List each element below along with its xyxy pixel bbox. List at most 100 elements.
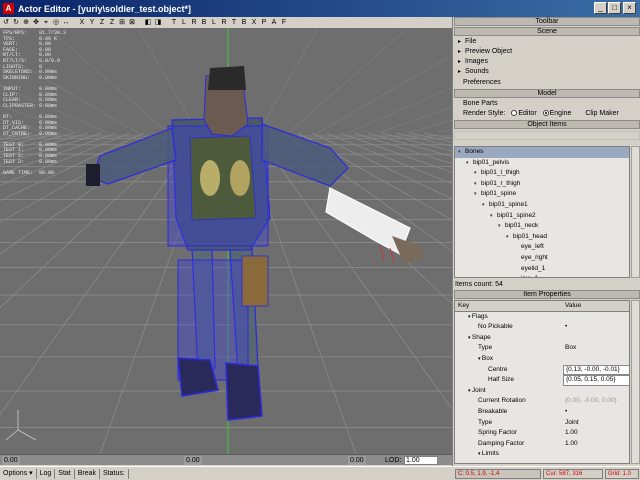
toolbar-button-24[interactable]: P — [259, 18, 269, 28]
minimize-icon[interactable]: _ — [594, 2, 607, 14]
render-style-editor-radio[interactable]: Editor — [511, 110, 537, 117]
property-row[interactable]: Damping Factor 1.00 — [455, 439, 629, 450]
bone-tree[interactable]: ▾ Bones ▾ bip01_pelvis ▾ bip01_l_thigh ▾ bip01_… — [454, 146, 630, 278]
tree-toggle-icon[interactable]: ▾ — [482, 200, 489, 211]
property-value[interactable]: Box — [563, 343, 629, 354]
bone-parts-link[interactable]: Bone Parts — [459, 99, 498, 109]
property-value[interactable]: {0.00, -0.00, 0.00} — [563, 396, 629, 407]
tree-node[interactable]: ▾ bip01_pelvis — [455, 158, 629, 169]
property-value[interactable]: {0.05, 0.15, 0.05} — [563, 375, 629, 386]
toolbar-button-17[interactable]: R — [189, 18, 199, 28]
property-row[interactable]: Spring Factor 1.00 — [455, 428, 629, 439]
property-row[interactable]: ▾ Flags — [455, 312, 629, 323]
property-row[interactable]: ▾ Limits — [455, 449, 629, 460]
property-row[interactable]: Type Box — [455, 343, 629, 354]
tree-node[interactable]: ▾ bip01_l_thigh — [455, 168, 629, 179]
toolbar-button-18[interactable]: B — [199, 18, 209, 28]
toolbar-button-19[interactable]: L — [209, 18, 219, 28]
tree-node[interactable]: ▾ bip01_spine2 — [455, 211, 629, 222]
tree-toggle-icon[interactable]: ▾ — [498, 221, 505, 232]
toolbar-button-20[interactable]: R — [219, 18, 229, 28]
tree-node[interactable]: jaw_1 — [455, 274, 629, 277]
property-grid[interactable]: Key Value ▾ Flags No Pickable • ▾ Shape Type Bo… — [454, 300, 630, 464]
property-row[interactable]: Centre {0.13, -0.00, -0.01} — [455, 364, 629, 376]
toolbar-button-9[interactable]: Z — [97, 18, 107, 28]
property-row[interactable]: ▾ Joint — [455, 386, 629, 397]
tree-node[interactable]: ▾ bip01_r_thigh — [455, 179, 629, 190]
preferences-link[interactable]: Preferences — [459, 78, 501, 88]
property-value[interactable]: Joint — [563, 418, 629, 429]
tree-scrollbar[interactable] — [631, 146, 640, 278]
toolbar-button-6[interactable]: ↔ — [61, 18, 71, 28]
property-value[interactable]: 1.00 — [563, 428, 629, 439]
toolbar-button-21[interactable]: T — [229, 18, 239, 28]
options-button[interactable]: Options ▾ — [0, 468, 37, 479]
break-button[interactable]: Break — [75, 468, 101, 479]
render-style-engine-radio[interactable]: Engine — [542, 110, 571, 117]
tree-toggle-icon[interactable]: ▾ — [474, 168, 481, 179]
soldier-model[interactable] — [86, 66, 424, 421]
tree-toggle-icon[interactable]: ▾ — [490, 211, 497, 222]
tree-node[interactable]: ▾ Bones — [455, 147, 629, 158]
toolbar-button-1[interactable]: ↻ — [11, 18, 21, 28]
toolbar-button-8[interactable]: Y — [87, 18, 97, 28]
tree-toggle-icon[interactable]: ▾ — [466, 158, 473, 169]
tree-node[interactable]: ▾ bip01_spine1 — [455, 200, 629, 211]
scene-header[interactable]: Scene — [454, 27, 640, 36]
toolbar-button-7[interactable]: X — [77, 18, 87, 28]
tree-node[interactable]: eye_right — [455, 253, 629, 264]
property-row[interactable]: Half Size {0.05, 0.15, 0.05} — [455, 375, 629, 386]
property-row[interactable]: ▾ Shape — [455, 333, 629, 344]
property-row[interactable]: Current Rotation {0.00, -0.00, 0.00} — [455, 396, 629, 407]
tree-toggle-icon[interactable]: ▾ — [458, 147, 465, 158]
lod-input[interactable]: 1.00 — [404, 456, 438, 465]
toolbar-button-11[interactable]: ⊞ — [117, 18, 127, 28]
tree-node[interactable]: eyelid_1 — [455, 264, 629, 275]
tree-toggle-icon[interactable]: ▾ — [474, 179, 481, 190]
property-row[interactable]: ▾ Box — [455, 354, 629, 365]
scene-menu-item-file[interactable]: ▸ File — [454, 37, 640, 47]
property-value[interactable]: • — [563, 322, 629, 333]
tree-node[interactable]: eye_left — [455, 242, 629, 253]
close-icon[interactable]: × — [623, 2, 636, 14]
toolbar-button-0[interactable]: ↺ — [1, 18, 11, 28]
property-row[interactable]: Breakable • — [455, 407, 629, 418]
toolbar-button-10[interactable]: Z — [107, 18, 117, 28]
toolbar-button-5[interactable]: ◎ — [51, 18, 61, 28]
toolbar-button-25[interactable]: A — [269, 18, 279, 28]
toolbar-button-13[interactable]: ◧ — [143, 18, 153, 28]
toolbar-button-23[interactable]: X — [249, 18, 259, 28]
tree-node[interactable]: ▾ bip01_neck — [455, 221, 629, 232]
tree-node[interactable]: ▾ bip01_spine — [455, 189, 629, 200]
scene-menu-item-preview-object[interactable]: ▸ Preview Object — [454, 47, 640, 57]
stat-button[interactable]: Stat — [55, 468, 75, 479]
log-button[interactable]: Log — [37, 468, 56, 479]
property-row[interactable]: No Pickable • — [455, 322, 629, 333]
scene-menu-item-sounds[interactable]: ▸ Sounds — [454, 67, 640, 77]
toolbar-button-12[interactable]: ⊠ — [127, 18, 137, 28]
toolbar-button-14[interactable]: ◨ — [153, 18, 163, 28]
property-value[interactable]: • — [563, 407, 629, 418]
properties-scrollbar[interactable] — [631, 300, 640, 464]
tree-toggle-icon[interactable]: ▾ — [506, 232, 513, 243]
clip-maker-link[interactable]: Clip Maker — [585, 110, 618, 117]
tree-toggle-icon[interactable]: ▾ — [474, 189, 481, 200]
scene-menu-item-images[interactable]: ▸ Images — [454, 57, 640, 67]
time-ruler[interactable]: 0.00 0.00 0.00 LOD: 1.00 — [0, 454, 452, 465]
toolbar-header[interactable]: Toolbar — [454, 17, 640, 26]
toolbar-button-15[interactable]: T — [169, 18, 179, 28]
property-value[interactable]: {0.13, -0.00, -0.01} — [563, 364, 629, 376]
property-value[interactable]: 1.00 — [563, 439, 629, 450]
toolbar-button-3[interactable]: ✥ — [31, 18, 41, 28]
item-properties-header[interactable]: Item Properties — [454, 290, 640, 299]
object-items-header[interactable]: Object Items — [454, 120, 640, 129]
toolbar-button-2[interactable]: ⊕ — [21, 18, 31, 28]
maximize-icon[interactable]: □ — [608, 2, 621, 14]
tree-node[interactable]: ▾ bip01_head — [455, 232, 629, 243]
property-row[interactable]: Type Joint — [455, 418, 629, 429]
toolbar-button-16[interactable]: L — [179, 18, 189, 28]
model-header[interactable]: Model — [454, 89, 640, 98]
toolbar-button-26[interactable]: F — [279, 18, 289, 28]
toolbar-button-22[interactable]: B — [239, 18, 249, 28]
toolbar-button-4[interactable]: ⌖ — [41, 18, 51, 28]
